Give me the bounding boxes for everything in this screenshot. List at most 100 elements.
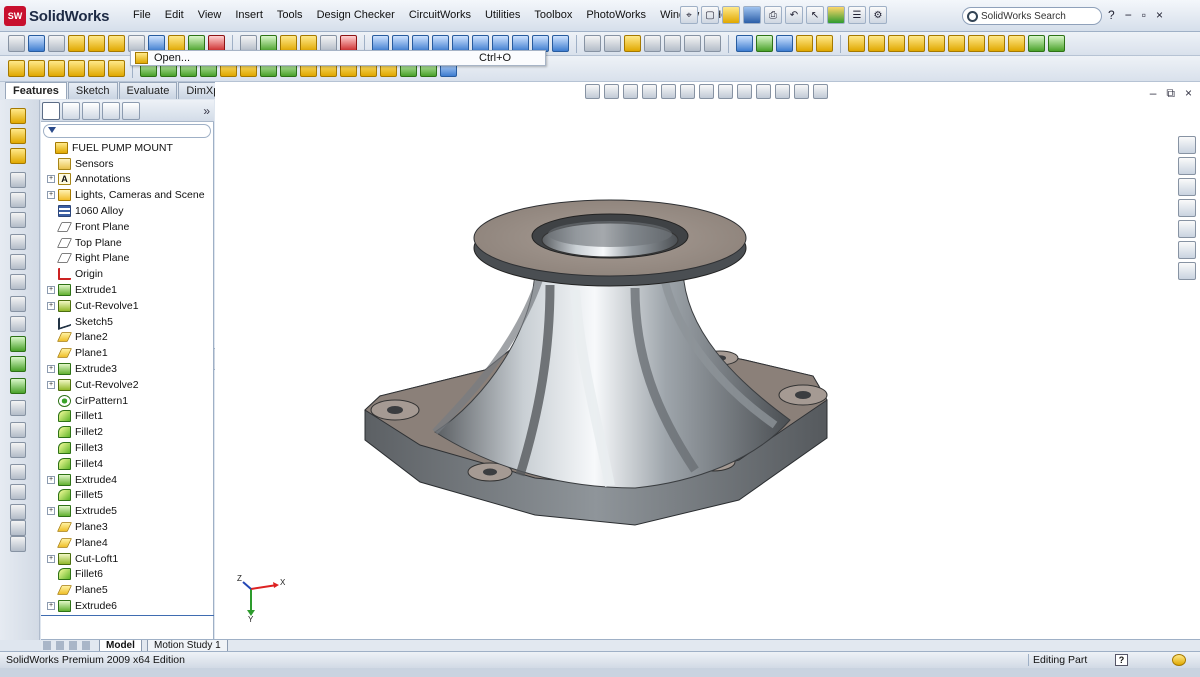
solidworks-search-input[interactable]: SolidWorks Search	[962, 7, 1102, 25]
menu-design-checker[interactable]: Design Checker	[310, 9, 402, 21]
file-explorer-icon[interactable]	[1178, 178, 1196, 196]
tree-item[interactable]: + Extrude5	[41, 503, 214, 519]
menu-photoworks[interactable]: PhotoWorks	[579, 9, 653, 21]
toolbar-button-icon[interactable]	[928, 35, 945, 52]
rebuild-icon[interactable]	[827, 6, 845, 24]
design-library-icon[interactable]	[1178, 157, 1196, 175]
vertical-tool-icon[interactable]	[10, 148, 26, 164]
view-tool-icon[interactable]	[794, 84, 809, 99]
print-icon[interactable]: ⎙	[764, 6, 782, 24]
view-tool-icon[interactable]	[680, 84, 695, 99]
appearances-icon[interactable]	[1178, 241, 1196, 259]
graphics-area[interactable]: – ⧉ × Z X Y	[215, 82, 1200, 640]
tree-item[interactable]: Front Plane	[41, 219, 214, 235]
toolbar-button-icon[interactable]	[704, 35, 721, 52]
command-tab-evaluate[interactable]: Evaluate	[118, 82, 178, 99]
tree-item[interactable]: Fillet6	[41, 567, 214, 583]
view-tool-icon[interactable]	[756, 84, 771, 99]
expand-toggle[interactable]: +	[47, 301, 55, 310]
expand-toggle[interactable]: +	[47, 380, 55, 389]
tree-item[interactable]: Sketch5	[41, 313, 214, 330]
save-icon[interactable]	[743, 6, 761, 24]
toolbar-button-icon[interactable]	[88, 60, 105, 77]
view-tool-icon[interactable]	[661, 84, 676, 99]
tree-item[interactable]: Fillet4	[41, 456, 214, 472]
options-icon[interactable]: ⚙	[869, 6, 887, 24]
restore-doc-button[interactable]: ⧉	[1166, 86, 1175, 101]
toolbar-button-icon[interactable]	[624, 35, 641, 52]
feature-manager-tab[interactable]	[42, 101, 60, 120]
tree-item[interactable]: + Cut-Revolve1	[41, 298, 214, 314]
tree-item[interactable]: Plane4	[41, 535, 214, 551]
display-manager-tab[interactable]	[122, 101, 140, 120]
view-tool-icon[interactable]	[813, 84, 828, 99]
menu-circuitworks[interactable]: CircuitWorks	[402, 9, 478, 21]
command-tab-sketch[interactable]: Sketch	[67, 82, 118, 99]
toolbar-button-icon[interactable]	[88, 35, 105, 52]
vertical-tool-icon[interactable]	[10, 400, 26, 416]
tree-item[interactable]: + A Annotations	[41, 172, 214, 188]
vertical-tool-icon[interactable]	[10, 274, 26, 290]
toolbar-button-icon[interactable]	[888, 35, 905, 52]
minimize-doc-button[interactable]: –	[1150, 86, 1157, 101]
vertical-tool-icon[interactable]	[10, 316, 26, 332]
toolbar-button-icon[interactable]	[868, 35, 885, 52]
more-tabs-button[interactable]: »	[203, 104, 210, 118]
search-results-icon[interactable]	[1178, 199, 1196, 217]
toolbar-button-icon[interactable]	[988, 35, 1005, 52]
menu-toolbox[interactable]: Toolbox	[527, 9, 579, 21]
pin-icon[interactable]: ⌖	[680, 6, 698, 24]
view-tool-icon[interactable]	[699, 84, 714, 99]
toolbar-button-icon[interactable]	[948, 35, 965, 52]
toolbar-button-icon[interactable]	[8, 60, 25, 77]
vertical-tool-icon[interactable]	[10, 254, 26, 270]
toolbar-button-icon[interactable]	[108, 35, 125, 52]
toolbar-button-icon[interactable]	[68, 60, 85, 77]
open-folder-icon[interactable]	[722, 6, 740, 24]
vertical-tool-icon[interactable]	[10, 504, 26, 520]
select-arrow-icon[interactable]: ↖	[806, 6, 824, 24]
view-tool-icon[interactable]	[718, 84, 733, 99]
rebuild-status-icon[interactable]	[1172, 654, 1186, 666]
tree-item[interactable]: CirPattern1	[41, 393, 214, 409]
toolbar-button-icon[interactable]	[552, 35, 569, 52]
tree-rollback-bar[interactable]	[41, 615, 214, 616]
tree-item[interactable]: Origin	[41, 266, 214, 282]
toolbar-button-icon[interactable]	[108, 60, 125, 77]
minimize-app-button[interactable]: −	[1125, 8, 1132, 22]
expand-toggle[interactable]: +	[47, 507, 55, 516]
vertical-tool-icon[interactable]	[10, 464, 26, 480]
tree-item[interactable]: + Cut-Revolve2	[41, 377, 214, 393]
tree-item[interactable]: Fillet5	[41, 488, 214, 504]
menu-view[interactable]: View	[191, 9, 229, 21]
view-tool-icon[interactable]	[775, 84, 790, 99]
close-app-button[interactable]: ×	[1156, 8, 1163, 22]
toolbar-button-icon[interactable]	[908, 35, 925, 52]
toolbar-button-icon[interactable]	[848, 35, 865, 52]
view-palette-icon[interactable]	[1178, 220, 1196, 238]
expand-toggle[interactable]: +	[47, 475, 55, 484]
menu-utilities[interactable]: Utilities	[478, 9, 527, 21]
vertical-tool-icon[interactable]	[10, 172, 26, 188]
toolbar-button-icon[interactable]	[68, 35, 85, 52]
vertical-tool-icon[interactable]	[10, 356, 26, 372]
expand-toggle[interactable]: +	[47, 365, 55, 374]
toolbar-button-icon[interactable]	[756, 35, 773, 52]
vertical-tool-icon[interactable]	[10, 212, 26, 228]
view-tool-icon[interactable]	[642, 84, 657, 99]
tree-item[interactable]: + Extrude3	[41, 361, 214, 377]
vertical-tool-icon[interactable]	[10, 536, 26, 552]
command-tab-features[interactable]: Features	[5, 82, 67, 99]
menu-insert[interactable]: Insert	[228, 9, 270, 21]
toolbar-button-icon[interactable]	[604, 35, 621, 52]
toolbar-button-icon[interactable]	[1028, 35, 1045, 52]
tree-item[interactable]: Fillet3	[41, 440, 214, 456]
fuel-pump-mount-model[interactable]	[335, 170, 855, 530]
toolbar-button-icon[interactable]	[28, 35, 45, 52]
toolbar-button-icon[interactable]	[968, 35, 985, 52]
tree-item[interactable]: Fillet1	[41, 409, 214, 425]
tree-item[interactable]: Fillet2	[41, 424, 214, 440]
toolbar-button-icon[interactable]	[684, 35, 701, 52]
vertical-tool-icon[interactable]	[10, 108, 26, 124]
vertical-tool-icon[interactable]	[10, 296, 26, 312]
